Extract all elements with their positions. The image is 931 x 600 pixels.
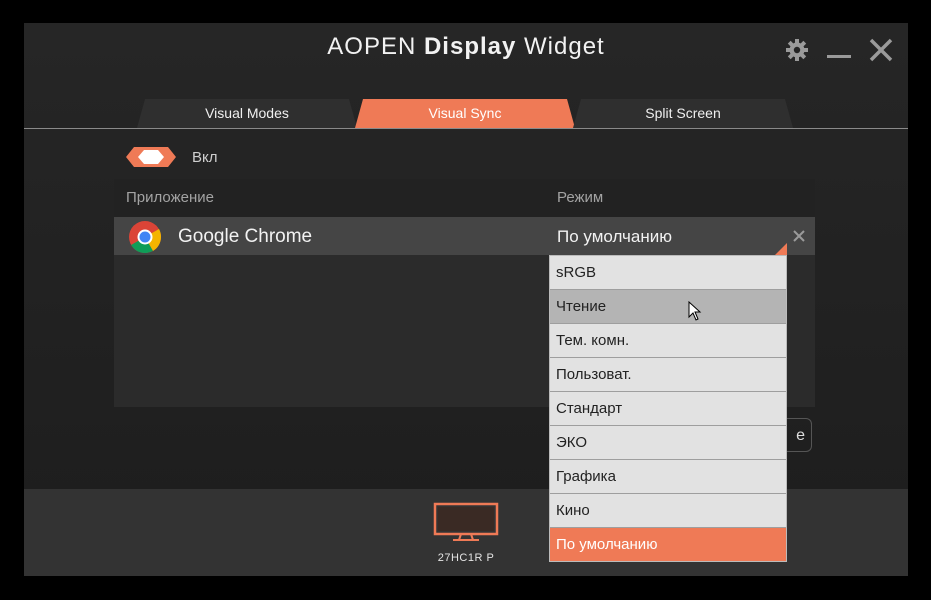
minimize-icon[interactable]	[826, 37, 852, 63]
monitor-icon[interactable]	[433, 502, 499, 542]
sync-toggle-row: Вкл	[126, 147, 218, 167]
tab-split-screen[interactable]: Split Screen	[573, 99, 793, 128]
toggle-label: Вкл	[192, 148, 218, 166]
close-icon[interactable]	[868, 37, 894, 63]
mouse-cursor-icon	[688, 301, 702, 321]
dropdown-option[interactable]: Тем. комн.	[550, 324, 786, 358]
sync-toggle[interactable]	[126, 147, 176, 167]
table-row[interactable]: Google Chrome По умолчанию	[114, 217, 815, 255]
tab-visual-modes[interactable]: Visual Modes	[137, 99, 357, 128]
column-header-app: Приложение	[126, 189, 214, 206]
dropdown-corner-icon	[775, 243, 787, 255]
window-title: AOPEN Display Widget	[327, 33, 605, 60]
monitor-label: 27HC1R P	[437, 552, 495, 564]
mode-select-value: По умолчанию	[557, 227, 672, 246]
remove-row-icon[interactable]	[789, 226, 809, 246]
dropdown-option[interactable]: Чтение	[550, 290, 786, 324]
app-name: Google Chrome	[178, 226, 313, 247]
window-controls	[784, 37, 894, 63]
dropdown-option[interactable]: sRGB	[550, 256, 786, 290]
dropdown-option[interactable]: Кино	[550, 494, 786, 528]
gear-icon[interactable]	[784, 37, 810, 63]
tab-bar: Visual Modes Visual Sync Split Screen	[24, 99, 908, 129]
table-header: Приложение Режим	[114, 179, 815, 217]
dropdown-option-selected[interactable]: По умолчанию	[550, 528, 786, 561]
tab-visual-sync[interactable]: Visual Sync	[355, 99, 575, 128]
chrome-icon	[129, 221, 162, 254]
dropdown-option[interactable]: Пользоват.	[550, 358, 786, 392]
dropdown-option[interactable]: Графика	[550, 460, 786, 494]
mode-select[interactable]: По умолчанию	[547, 217, 787, 255]
dropdown-option[interactable]: ЭКО	[550, 426, 786, 460]
column-header-mode: Режим	[557, 189, 604, 206]
tab-divider	[24, 128, 908, 129]
mode-dropdown-list: sRGB Чтение Тем. комн. Пользоват. Станда…	[549, 255, 787, 562]
dropdown-option[interactable]: Стандарт	[550, 392, 786, 426]
toggle-knob	[138, 150, 164, 164]
